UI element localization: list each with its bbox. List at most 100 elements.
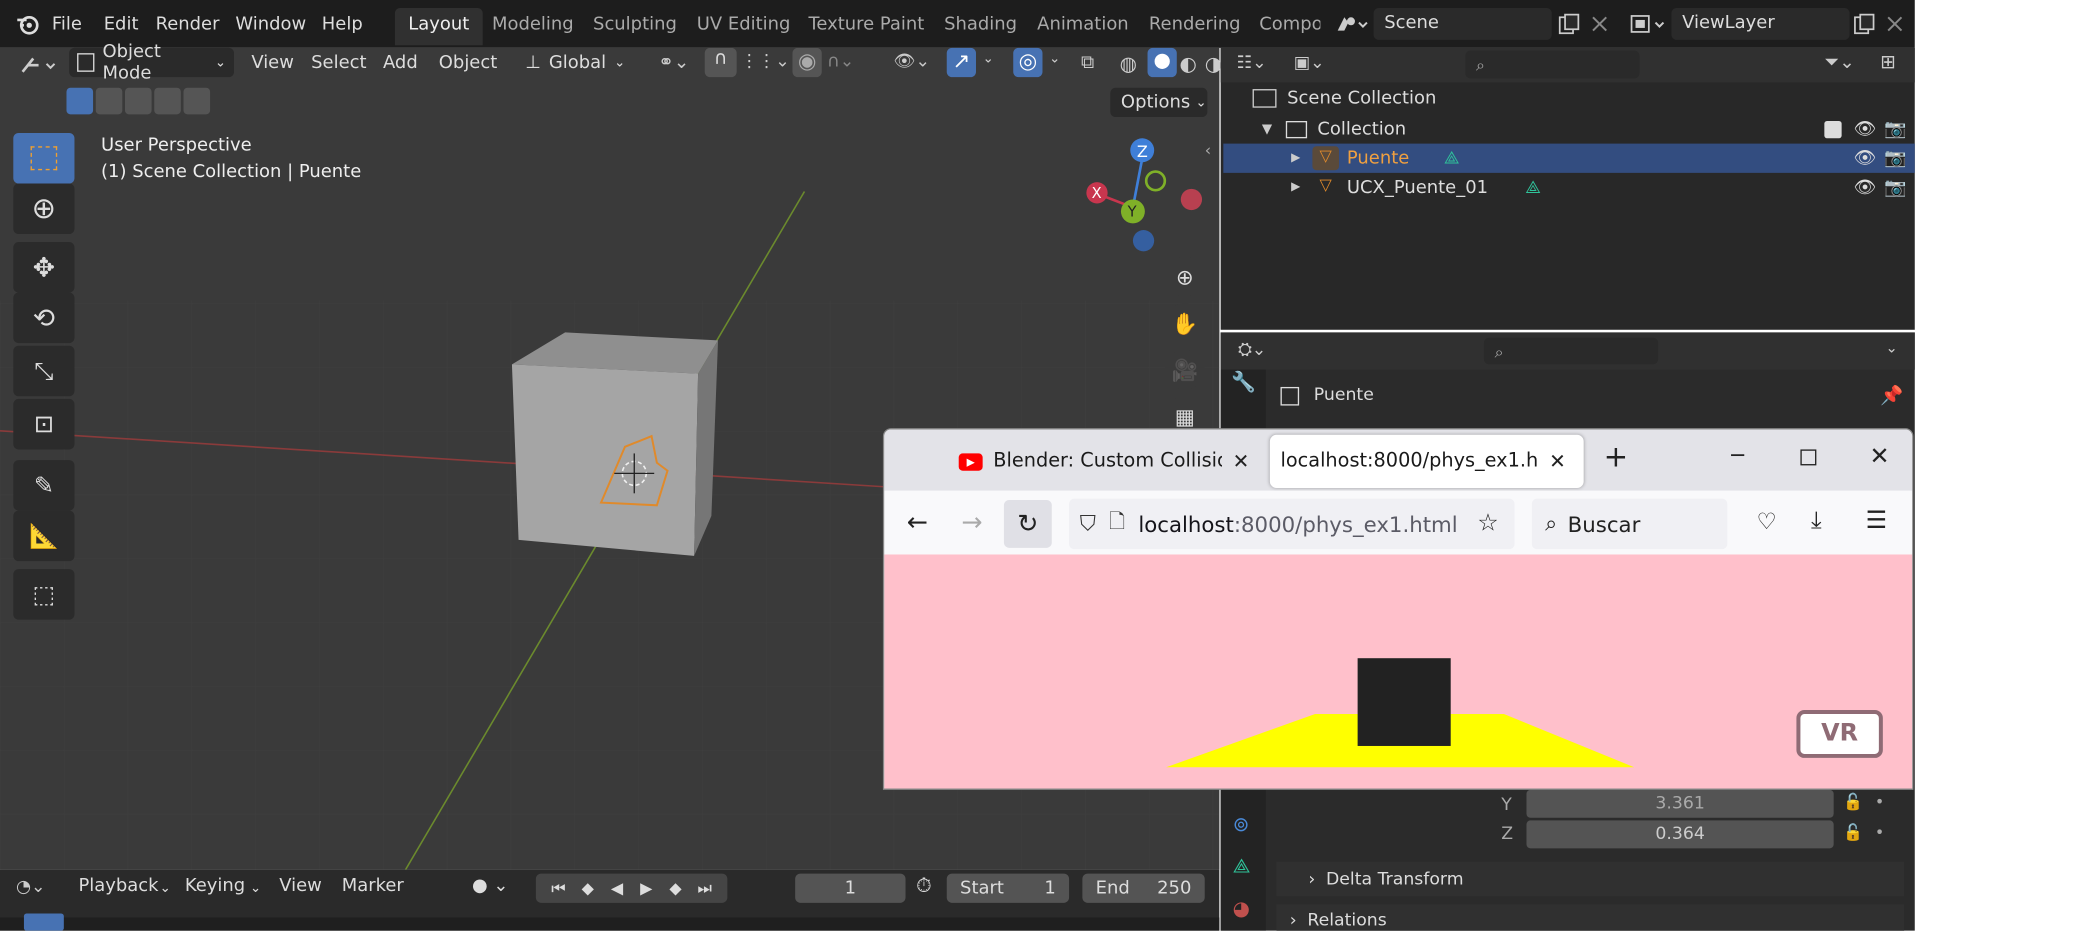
outliner-row-scene-collection[interactable]: Scene Collection (1223, 84, 1914, 113)
xray-icon[interactable]: ⧉ (1081, 52, 1094, 73)
timeline-editor-type-icon[interactable]: ◔⌄ (16, 878, 46, 898)
exclude-checkbox[interactable] (1824, 120, 1842, 138)
add-cube-tool[interactable]: ⬚ (13, 569, 75, 620)
menu-edit[interactable]: Edit (104, 13, 139, 34)
shield-icon[interactable]: ⛉ (1080, 511, 1096, 538)
next-keyframe-icon[interactable]: ◆ (661, 879, 690, 898)
close-tab-icon[interactable]: ✕ (1233, 449, 1250, 473)
menu-file[interactable]: File (52, 13, 82, 34)
browser-tab-youtube[interactable]: ▶ Blender: Custom Collision for ✕ (948, 436, 1262, 487)
render-camera-icon[interactable]: 📷 (1884, 148, 1906, 169)
maximize-icon[interactable] (1800, 449, 1817, 466)
render-camera-icon[interactable]: 📷 (1884, 118, 1906, 139)
tab-shading[interactable]: Shading (944, 13, 1017, 34)
scene-selector-icon[interactable] (1332, 12, 1369, 36)
outliner-editor-type-icon[interactable]: ☷⌄ (1237, 53, 1267, 73)
stopwatch-icon[interactable]: ⏱ (916, 874, 932, 898)
tab-compositing[interactable]: Compo (1259, 13, 1320, 34)
browser-tab-active[interactable]: localhost:8000/phys_ex1.html ✕ (1269, 434, 1584, 488)
close-window-icon[interactable]: ✕ (1870, 443, 1890, 471)
outliner-row-collection[interactable]: ▼ Collection 👁 📷 (1223, 114, 1914, 143)
physics-tab-icon[interactable]: ⊚ (1233, 812, 1250, 836)
end-frame-field[interactable]: End 250 (1082, 873, 1205, 903)
timeline-menu-keying[interactable]: Keying (185, 875, 245, 896)
play-reverse-icon[interactable]: ◀ (602, 879, 631, 898)
timeline-menu-marker[interactable]: Marker (342, 875, 404, 896)
tab-texture-paint[interactable]: Texture Paint (808, 13, 924, 34)
transform-orientation-dropdown[interactable]: ⊥ Global ⌄ (525, 48, 645, 77)
new-view-layer-icon[interactable] (1854, 13, 1875, 35)
measure-tool[interactable]: 📐 (13, 510, 75, 562)
solid-shading-icon[interactable]: ● (1147, 47, 1177, 78)
eye-icon[interactable]: 👁 (1854, 177, 1877, 198)
viewport-menu-select[interactable]: Select (311, 52, 366, 73)
current-frame-field[interactable]: 1 (795, 873, 906, 903)
pin-icon[interactable]: 📌 (1880, 386, 1903, 407)
options-dropdown[interactable]: Options ⌄ (1110, 87, 1208, 118)
tab-modeling[interactable]: Modeling (492, 13, 574, 34)
vr-button[interactable]: VR (1796, 710, 1883, 758)
wireframe-shading-icon[interactable]: ◍ (1120, 52, 1137, 76)
menu-help[interactable]: Help (322, 13, 363, 34)
rotate-tool[interactable]: ⟲ (13, 292, 75, 344)
menu-render[interactable]: Render (156, 13, 220, 34)
snap-icon[interactable]: ∩ (704, 47, 737, 78)
view-layer-field[interactable]: ViewLayer (1671, 7, 1850, 40)
material-shading-icon[interactable]: ◐ (1179, 52, 1196, 76)
render-camera-icon[interactable]: 📷 (1884, 177, 1906, 198)
overlay-dropdown-icon[interactable]: ⌄ (1049, 52, 1060, 67)
annotate-tool[interactable]: ✎ (13, 460, 75, 511)
viewport-menu-view[interactable]: View (251, 52, 294, 73)
viewport-menu-add[interactable]: Add (383, 52, 418, 73)
menu-window[interactable]: Window (235, 13, 306, 34)
tab-uv-editing[interactable]: UV Editing (697, 13, 791, 34)
close-scene-icon[interactable] (1590, 13, 1609, 32)
transform-tool[interactable]: ⊡ (13, 398, 75, 450)
reload-icon[interactable]: ↻ (1003, 499, 1052, 548)
object-mode-dropdown[interactable]: Object Mode ⌄ (69, 41, 235, 84)
playhead-indicator[interactable] (23, 913, 64, 931)
start-frame-field[interactable]: Start 1 (946, 873, 1070, 903)
expand-down-icon[interactable]: ▼ (1262, 122, 1272, 137)
display-mode-icon[interactable]: ▣⌄ (1294, 53, 1325, 73)
download-icon[interactable]: ⤓ (1811, 507, 1822, 535)
minimize-icon[interactable]: ─ (1731, 443, 1744, 468)
tab-animation[interactable]: Animation (1037, 13, 1129, 34)
record-icon[interactable]: ● ⌄ (472, 875, 508, 896)
outliner-row-ucx-puente[interactable]: ▶ ▽ UCX_Puente_01 ⟁ 👁 📷 (1223, 173, 1914, 202)
select-intersect-icon[interactable] (183, 87, 211, 115)
timeline-menu-playback[interactable]: Playback (78, 875, 158, 896)
location-y-field[interactable]: 3.361 (1526, 789, 1834, 818)
render-shading-icon[interactable]: ◑ (1205, 52, 1222, 76)
select-extend-icon[interactable] (95, 87, 123, 115)
forward-icon[interactable]: → (961, 508, 982, 537)
keyframe-dot-icon[interactable]: • (1875, 823, 1884, 842)
outliner-row-puente[interactable]: ▶ ▽ Puente ⟁ 👁 📷 (1223, 143, 1915, 173)
camera-view-button[interactable]: 🎥 (1164, 349, 1205, 390)
expand-right-icon[interactable]: ▶ (1291, 181, 1300, 194)
editor-type-icon[interactable] (20, 53, 60, 77)
properties-search-input[interactable]: ⌕ (1483, 337, 1659, 365)
timeline-menu-view[interactable]: View (279, 875, 322, 896)
move-tool[interactable]: ✥ (13, 242, 75, 293)
eye-icon[interactable]: 👁 (1854, 148, 1877, 169)
webxr-canvas[interactable]: VR (884, 554, 1913, 789)
hamburger-menu-icon[interactable]: ☰ (1866, 507, 1887, 535)
snap-increment-icon[interactable]: ⋮⋮⌄ (741, 52, 790, 72)
jump-start-icon[interactable]: ⏮ (544, 878, 573, 898)
browser-search-input[interactable]: ⌕ Buscar (1531, 498, 1728, 550)
expand-right-icon[interactable]: ▶ (1291, 152, 1300, 165)
tool-tab-icon[interactable]: 🔧 (1231, 370, 1256, 394)
play-icon[interactable]: ▶ (632, 879, 661, 898)
bookmark-star-icon[interactable]: ☆ (1477, 509, 1498, 537)
new-tab-icon[interactable]: + (1604, 441, 1629, 474)
mesh-data-tab-icon[interactable]: ⟁ (1233, 854, 1251, 878)
relations-panel[interactable]: › Relations (1276, 904, 1905, 931)
url-bar[interactable]: ⛉ 🗋 localhost:8000/phys_ex1.html (1069, 498, 1515, 550)
material-tab-icon[interactable]: ◕ (1233, 896, 1250, 920)
select-invert-icon[interactable] (154, 87, 181, 115)
pocket-icon[interactable]: ♡ (1757, 509, 1777, 536)
close-view-layer-icon[interactable] (1886, 13, 1905, 32)
select-subtract-icon[interactable] (124, 87, 152, 115)
zoom-button[interactable]: ⊕ (1164, 256, 1205, 297)
